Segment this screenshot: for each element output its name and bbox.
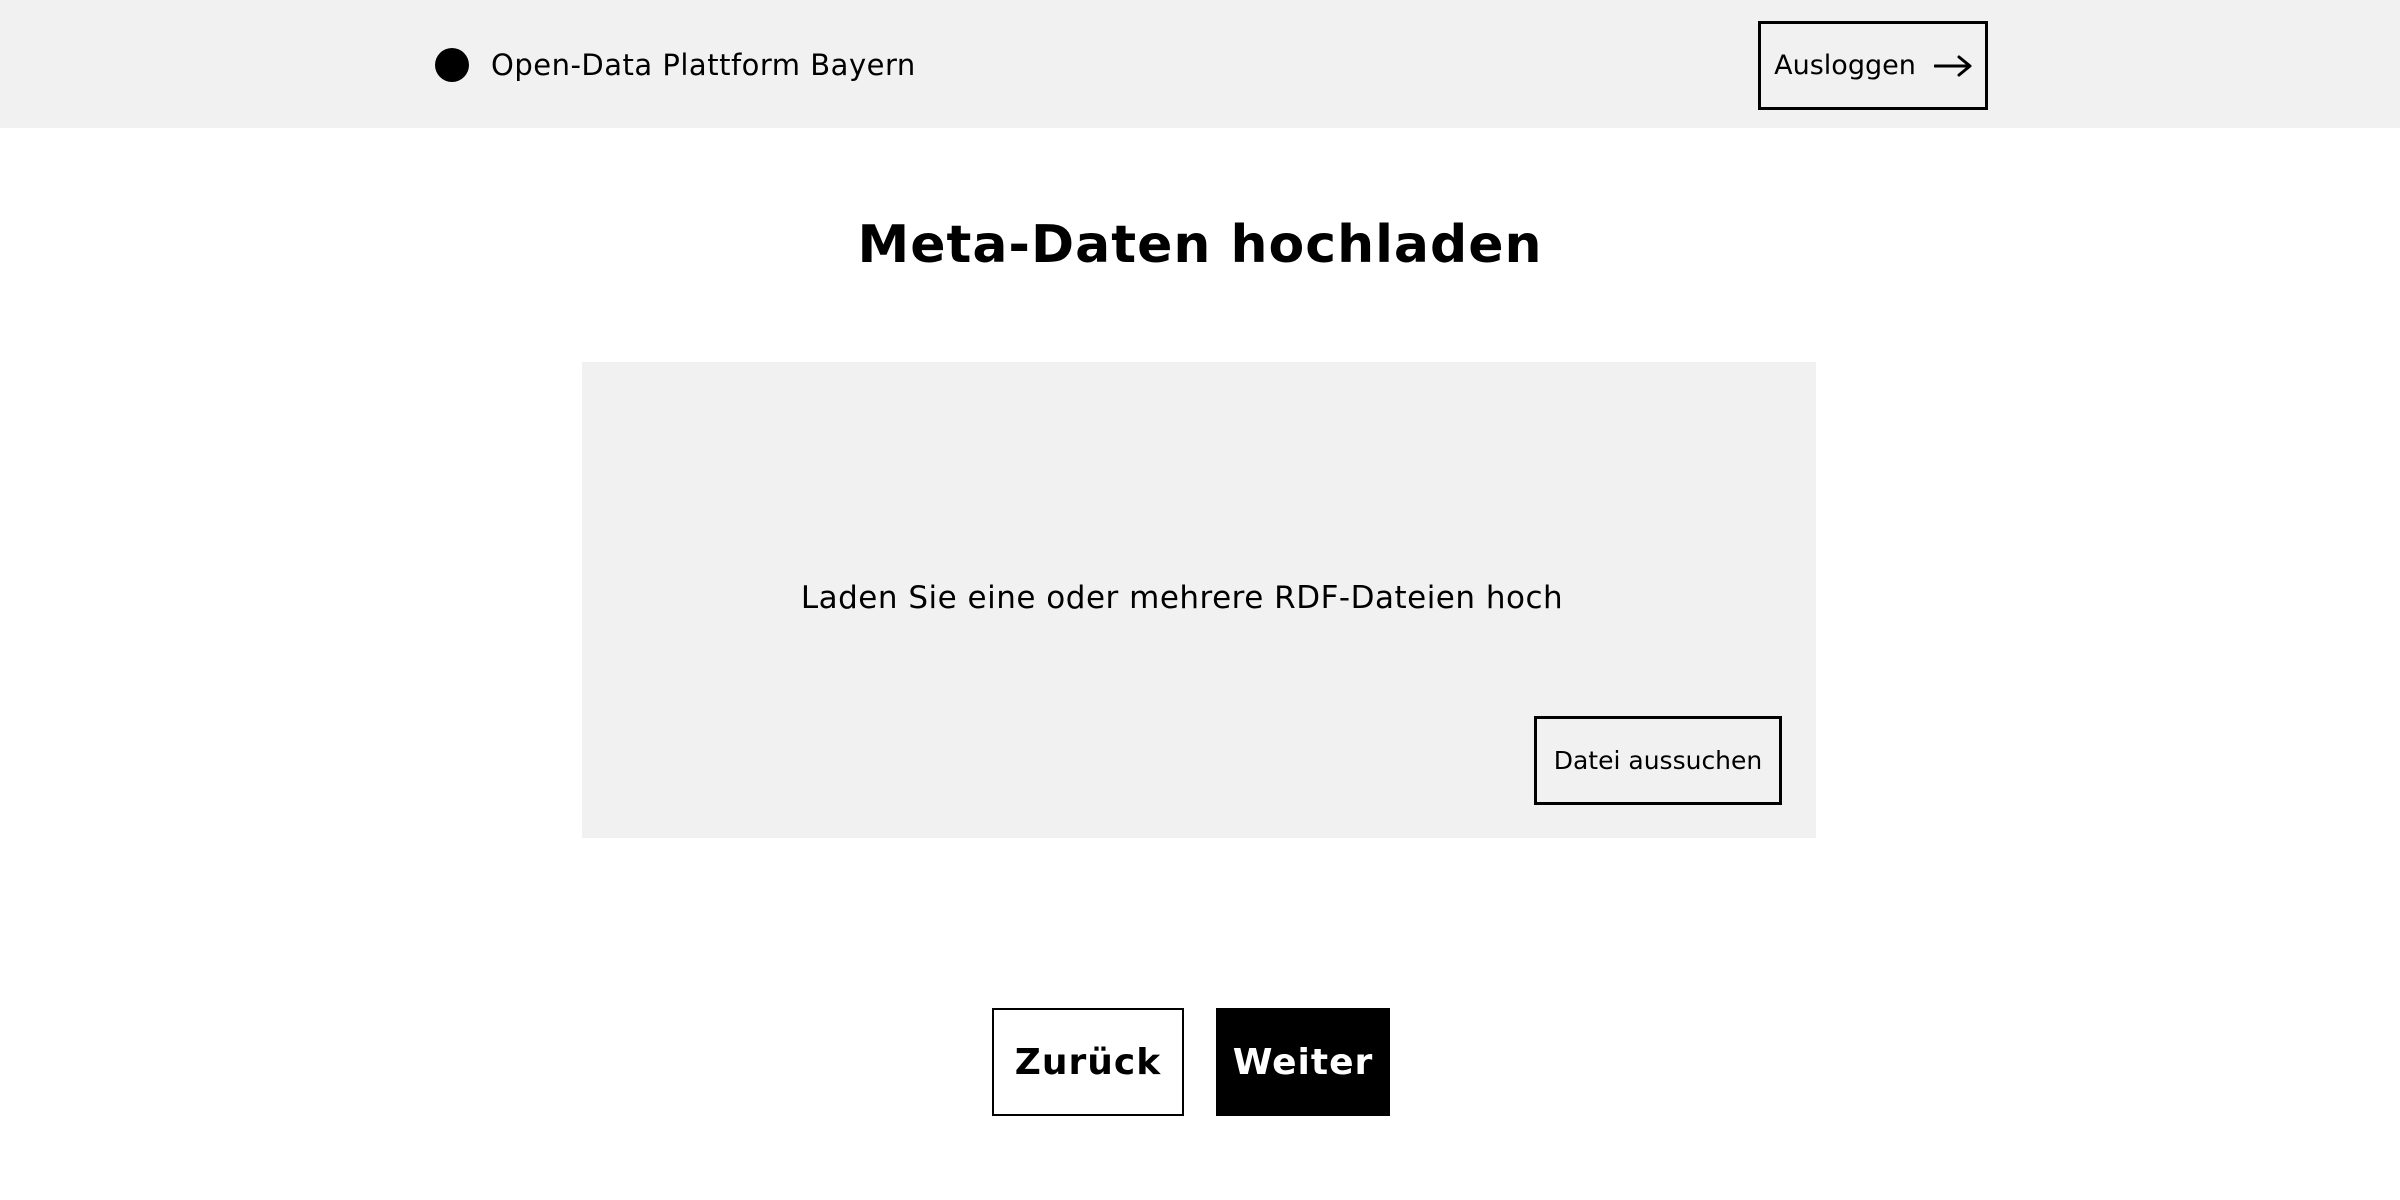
file-drop-zone[interactable]: Laden Sie eine oder mehrere RDF-Dateien … <box>582 362 1816 838</box>
page-title: Meta-Daten hochladen <box>857 215 1543 275</box>
back-button[interactable]: Zurück <box>992 1008 1184 1116</box>
top-navigation-bar: Open-Data Plattform Bayern Ausloggen <box>0 0 2400 128</box>
logout-label: Ausloggen <box>1774 50 1916 81</box>
logo-dot-icon <box>435 48 469 82</box>
next-button[interactable]: Weiter <box>1216 1008 1390 1116</box>
arrow-right-icon <box>1933 55 1972 77</box>
choose-file-button[interactable]: Datei aussuchen <box>1534 716 1782 805</box>
brand-name: Open-Data Plattform Bayern <box>491 48 916 82</box>
upload-instruction: Laden Sie eine oder mehrere RDF-Dateien … <box>800 580 1564 616</box>
logout-button[interactable]: Ausloggen <box>1758 21 1988 110</box>
brand: Open-Data Plattform Bayern <box>435 46 916 84</box>
